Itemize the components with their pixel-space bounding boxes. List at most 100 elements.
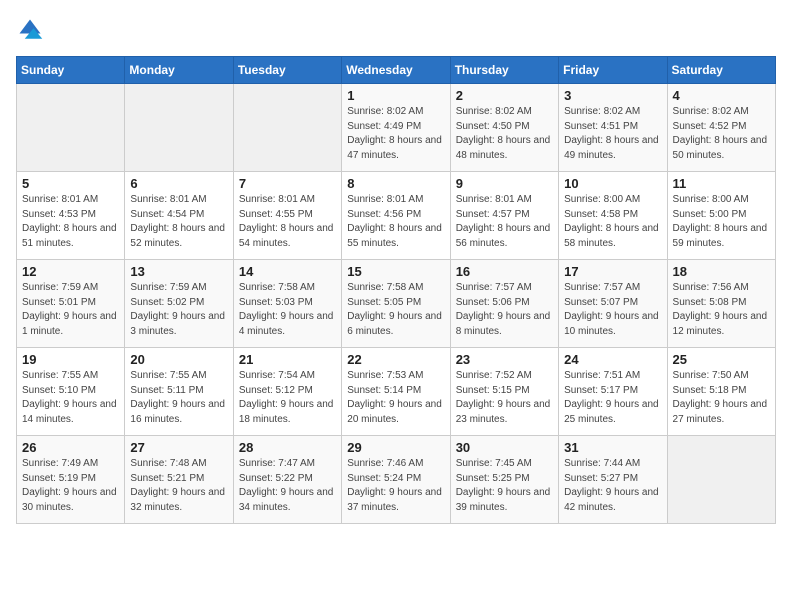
calendar-cell: 8 Sunrise: 8:01 AM Sunset: 4:56 PM Daylig… [342, 172, 450, 260]
calendar-cell: 28Sunrise: 7:47 AM Sunset: 5:22 PM Dayli… [233, 436, 341, 524]
calendar-cell: 13 Sunrise: 7:59 AM Sunset: 5:02 PM Dayli… [125, 260, 233, 348]
calendar-cell: 3 Sunrise: 8:02 AM Sunset: 4:51 PM Daylig… [559, 84, 667, 172]
calendar-cell: 12 Sunrise: 7:59 AM Sunset: 5:01 PM Dayli… [17, 260, 125, 348]
calendar-cell: 9Sunrise: 8:01 AM Sunset: 4:57 PM Daylig… [450, 172, 558, 260]
day-info: Sunrise: 8:01 AM Sunset: 4:55 PM Dayligh… [239, 193, 336, 251]
day-info: Sunrise: 7:59 AM Sunset: 5:02 PM Dayligh… [130, 281, 227, 339]
calendar-cell: 5Sunrise: 8:01 AM Sunset: 4:53 PM Daylig… [17, 172, 125, 260]
calendar-cell [667, 436, 775, 524]
day-number: 6 [130, 176, 227, 191]
day-info: Sunrise: 7:56 AM Sunset: 5:08 PM Dayligh… [673, 281, 770, 339]
day-number: 18 [673, 264, 770, 279]
day-info: Sunrise: 7:44 AM Sunset: 5:27 PM Dayligh… [564, 457, 661, 515]
weekday-header: Sunday [17, 57, 125, 84]
day-info: Sunrise: 7:57 AM Sunset: 5:07 PM Dayligh… [564, 281, 661, 339]
day-number: 11 [673, 176, 770, 191]
calendar-table: SundayMondayTuesdayWednesdayThursdayFrid… [16, 56, 776, 524]
calendar-week-row: 12 Sunrise: 7:59 AM Sunset: 5:01 PM Dayli… [17, 260, 776, 348]
day-number: 12 [22, 264, 119, 279]
weekday-header: Monday [125, 57, 233, 84]
weekday-header: Saturday [667, 57, 775, 84]
day-info: Sunrise: 8:01 AM Sunset: 4:54 PM Dayligh… [130, 193, 227, 251]
day-info: Sunrise: 8:02 AM Sunset: 4:50 PM Dayligh… [456, 105, 553, 163]
calendar-cell: 23 Sunrise: 7:52 AM Sunset: 5:15 PM Dayli… [450, 348, 558, 436]
weekday-header: Wednesday [342, 57, 450, 84]
day-number: 16 [456, 264, 553, 279]
day-info: Sunrise: 8:01 AM Sunset: 4:53 PM Dayligh… [22, 193, 119, 251]
day-info: Sunrise: 7:54 AM Sunset: 5:12 PM Dayligh… [239, 369, 336, 427]
day-number: 26 [22, 440, 119, 455]
day-info: Sunrise: 7:47 AM Sunset: 5:22 PM Dayligh… [239, 457, 336, 515]
calendar-cell: 20 Sunrise: 7:55 AM Sunset: 5:11 PM Dayli… [125, 348, 233, 436]
day-number: 3 [564, 88, 661, 103]
calendar-cell: 19 Sunrise: 7:55 AM Sunset: 5:10 PM Dayli… [17, 348, 125, 436]
day-info: Sunrise: 8:02 AM Sunset: 4:51 PM Dayligh… [564, 105, 661, 163]
day-number: 10 [564, 176, 661, 191]
day-info: Sunrise: 7:46 AM Sunset: 5:24 PM Dayligh… [347, 457, 444, 515]
calendar-cell: 6 Sunrise: 8:01 AM Sunset: 4:54 PM Daylig… [125, 172, 233, 260]
day-number: 2 [456, 88, 553, 103]
day-info: Sunrise: 7:49 AM Sunset: 5:19 PM Dayligh… [22, 457, 119, 515]
day-number: 7 [239, 176, 336, 191]
day-info: Sunrise: 7:50 AM Sunset: 5:18 PM Dayligh… [673, 369, 770, 427]
day-info: Sunrise: 7:48 AM Sunset: 5:21 PM Dayligh… [130, 457, 227, 515]
day-number: 20 [130, 352, 227, 367]
calendar-cell: 25 Sunrise: 7:50 AM Sunset: 5:18 PM Dayli… [667, 348, 775, 436]
calendar-cell: 26 Sunrise: 7:49 AM Sunset: 5:19 PM Dayli… [17, 436, 125, 524]
day-info: Sunrise: 8:01 AM Sunset: 4:56 PM Dayligh… [347, 193, 444, 251]
day-number: 13 [130, 264, 227, 279]
day-number: 27 [130, 440, 227, 455]
day-number: 21 [239, 352, 336, 367]
day-number: 22 [347, 352, 444, 367]
page-header [16, 16, 776, 44]
calendar-cell: 24Sunrise: 7:51 AM Sunset: 5:17 PM Dayli… [559, 348, 667, 436]
calendar-cell: 14Sunrise: 7:58 AM Sunset: 5:03 PM Dayli… [233, 260, 341, 348]
calendar-cell: 29 Sunrise: 7:46 AM Sunset: 5:24 PM Dayli… [342, 436, 450, 524]
calendar-cell: 18 Sunrise: 7:56 AM Sunset: 5:08 PM Dayli… [667, 260, 775, 348]
calendar-cell: 27 Sunrise: 7:48 AM Sunset: 5:21 PM Dayli… [125, 436, 233, 524]
calendar-cell [125, 84, 233, 172]
weekday-header: Thursday [450, 57, 558, 84]
day-number: 8 [347, 176, 444, 191]
logo [16, 16, 48, 44]
day-info: Sunrise: 7:59 AM Sunset: 5:01 PM Dayligh… [22, 281, 119, 339]
day-number: 29 [347, 440, 444, 455]
day-number: 15 [347, 264, 444, 279]
weekday-header: Friday [559, 57, 667, 84]
day-number: 23 [456, 352, 553, 367]
calendar-cell: 7 Sunrise: 8:01 AM Sunset: 4:55 PM Daylig… [233, 172, 341, 260]
logo-icon [16, 16, 44, 44]
day-number: 24 [564, 352, 661, 367]
day-info: Sunrise: 7:53 AM Sunset: 5:14 PM Dayligh… [347, 369, 444, 427]
day-info: Sunrise: 7:55 AM Sunset: 5:10 PM Dayligh… [22, 369, 119, 427]
calendar-week-row: 1Sunrise: 8:02 AM Sunset: 4:49 PM Daylig… [17, 84, 776, 172]
day-info: Sunrise: 8:00 AM Sunset: 5:00 PM Dayligh… [673, 193, 770, 251]
calendar-cell: 21 Sunrise: 7:54 AM Sunset: 5:12 PM Dayli… [233, 348, 341, 436]
calendar-cell: 15 Sunrise: 7:58 AM Sunset: 5:05 PM Dayli… [342, 260, 450, 348]
calendar-week-row: 26 Sunrise: 7:49 AM Sunset: 5:19 PM Dayli… [17, 436, 776, 524]
day-info: Sunrise: 7:58 AM Sunset: 5:05 PM Dayligh… [347, 281, 444, 339]
calendar-cell: 2 Sunrise: 8:02 AM Sunset: 4:50 PM Daylig… [450, 84, 558, 172]
day-info: Sunrise: 7:45 AM Sunset: 5:25 PM Dayligh… [456, 457, 553, 515]
day-info: Sunrise: 8:02 AM Sunset: 4:49 PM Dayligh… [347, 105, 444, 163]
day-info: Sunrise: 8:00 AM Sunset: 4:58 PM Dayligh… [564, 193, 661, 251]
day-number: 19 [22, 352, 119, 367]
day-number: 4 [673, 88, 770, 103]
day-info: Sunrise: 7:55 AM Sunset: 5:11 PM Dayligh… [130, 369, 227, 427]
day-number: 9 [456, 176, 553, 191]
day-number: 14 [239, 264, 336, 279]
calendar-cell: 11 Sunrise: 8:00 AM Sunset: 5:00 PM Dayli… [667, 172, 775, 260]
calendar-cell: 10 Sunrise: 8:00 AM Sunset: 4:58 PM Dayli… [559, 172, 667, 260]
day-info: Sunrise: 7:57 AM Sunset: 5:06 PM Dayligh… [456, 281, 553, 339]
calendar-week-row: 19 Sunrise: 7:55 AM Sunset: 5:10 PM Dayli… [17, 348, 776, 436]
day-number: 25 [673, 352, 770, 367]
calendar-cell: 30 Sunrise: 7:45 AM Sunset: 5:25 PM Dayli… [450, 436, 558, 524]
calendar-cell: 17Sunrise: 7:57 AM Sunset: 5:07 PM Dayli… [559, 260, 667, 348]
weekday-header: Tuesday [233, 57, 341, 84]
day-number: 30 [456, 440, 553, 455]
day-info: Sunrise: 7:52 AM Sunset: 5:15 PM Dayligh… [456, 369, 553, 427]
calendar-cell [233, 84, 341, 172]
day-number: 31 [564, 440, 661, 455]
calendar-cell: 4Sunrise: 8:02 AM Sunset: 4:52 PM Daylig… [667, 84, 775, 172]
calendar-cell: 16 Sunrise: 7:57 AM Sunset: 5:06 PM Dayli… [450, 260, 558, 348]
